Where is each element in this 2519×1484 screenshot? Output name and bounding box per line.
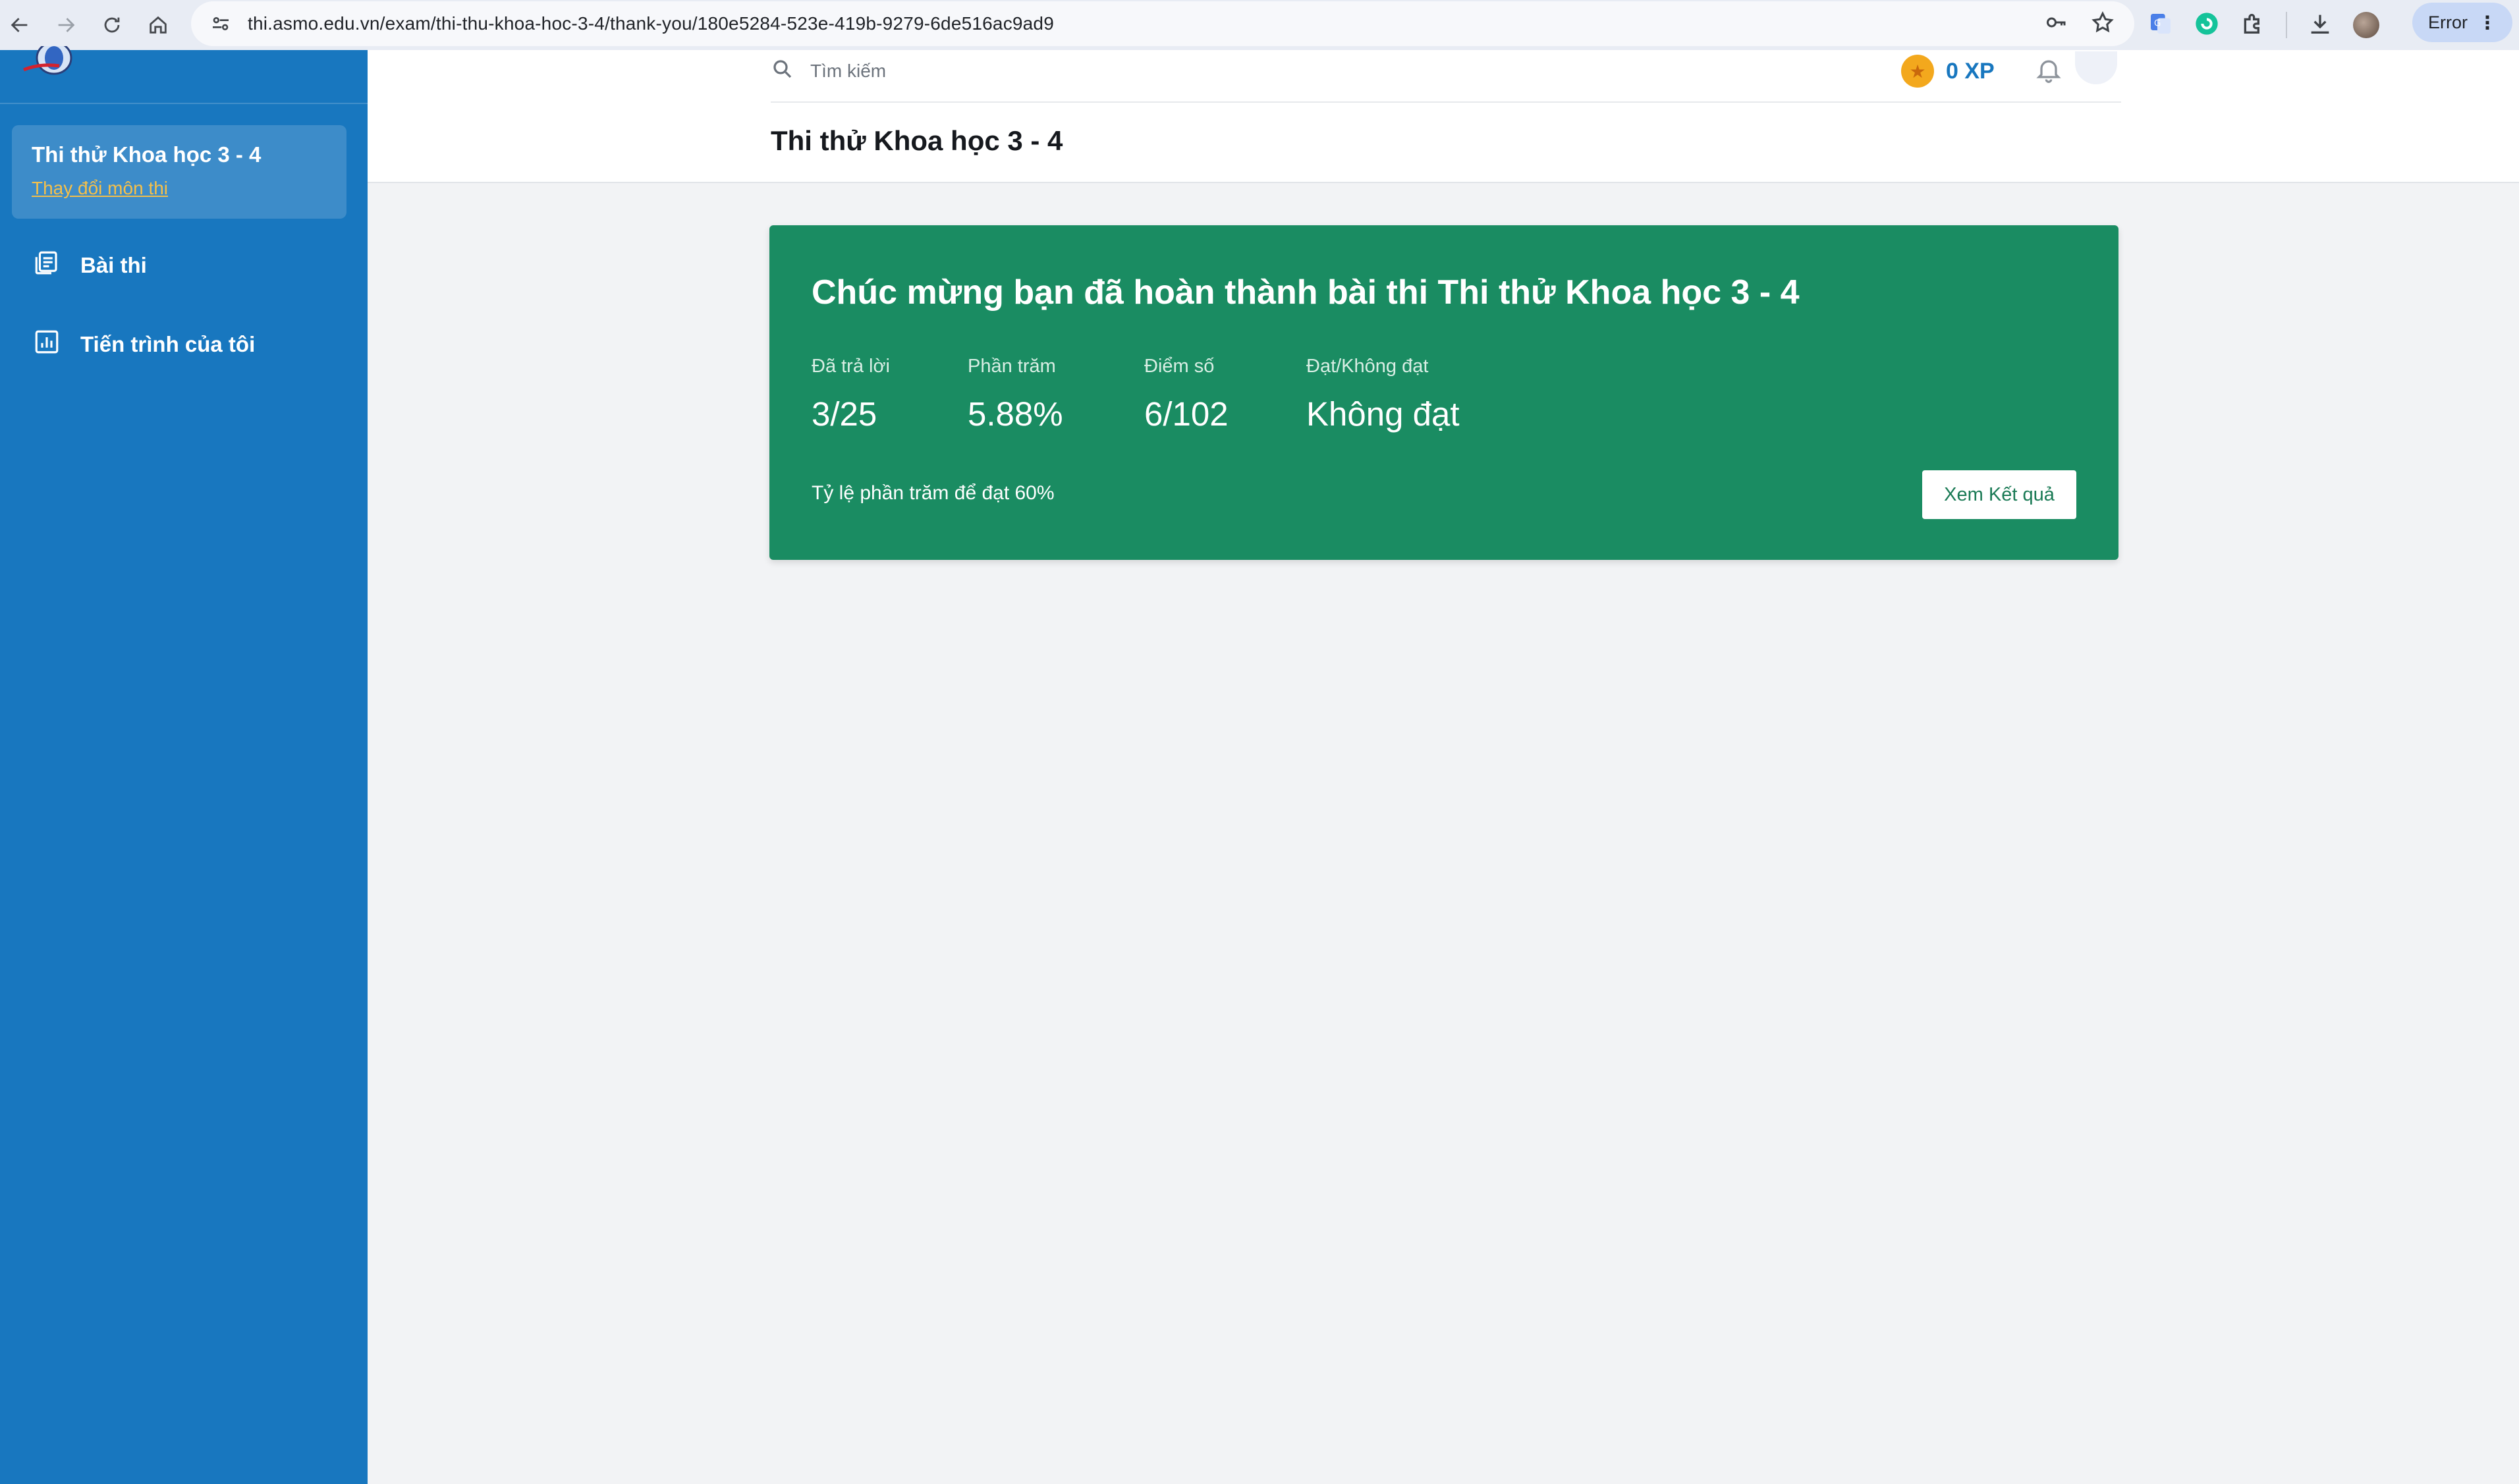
stat-value: 6/102	[1144, 395, 1229, 433]
translate-extension-icon[interactable]: G	[2147, 11, 2174, 40]
bar-chart-icon	[33, 328, 61, 361]
exam-result-card: Chúc mừng bạn đã hoàn thành bài thi Thi …	[769, 225, 2118, 560]
download-icon[interactable]	[2307, 11, 2333, 40]
error-label: Error	[2428, 12, 2468, 32]
stat-label: Đã trả lời	[812, 356, 890, 377]
document-list-icon	[33, 249, 61, 282]
pass-rate-text: Tỷ lệ phần trăm để đạt 60%	[812, 482, 1055, 504]
profile-error-button[interactable]: Error ⋮	[2412, 3, 2512, 42]
xp-value: 0 XP	[1946, 58, 1995, 84]
toolbar-separator	[2286, 12, 2287, 38]
extensions-puzzle-icon[interactable]	[2240, 11, 2266, 40]
xp-coin-icon: ★	[1901, 55, 1934, 88]
stat-value: Không đạt	[1306, 395, 1460, 433]
reload-icon[interactable]	[92, 5, 132, 45]
sidebar-item-label: Bài thi	[80, 253, 147, 277]
stat-percentage: Phần trăm 5.88%	[968, 356, 1063, 433]
sidebar-item-label: Tiến trình của tôi	[80, 332, 256, 356]
header-divider	[771, 101, 2121, 103]
notification-bell-icon[interactable]	[2034, 55, 2063, 84]
sidebar-item-exams[interactable]: Bài thi	[33, 249, 147, 282]
password-key-icon[interactable]	[2045, 11, 2068, 38]
sidebar: Thi thử Khoa học 3 - 4 Thay đổi môn thi …	[0, 46, 368, 1484]
browser-toolbar: thi.asmo.edu.vn/exam/thi-thu-khoa-hoc-3-…	[0, 0, 2519, 50]
stat-label: Điểm số	[1144, 356, 1215, 377]
user-avatar[interactable]	[2075, 51, 2117, 84]
stat-score: Điểm số 6/102	[1144, 356, 1229, 433]
bookmark-star-icon[interactable]	[2091, 11, 2115, 38]
more-vert-icon: ⋮	[2478, 12, 2497, 33]
page-title: Thi thử Khoa học 3 - 4	[771, 125, 1063, 156]
current-exam-card: Thi thử Khoa học 3 - 4 Thay đổi môn thi	[12, 125, 346, 219]
search-input[interactable]: Tìm kiếm	[810, 61, 886, 82]
stat-pass-fail: Đạt/Không đạt Không đạt	[1306, 356, 1460, 433]
current-exam-title: Thi thử Khoa học 3 - 4	[32, 142, 262, 167]
forward-icon[interactable]	[46, 5, 86, 45]
stat-answered: Đã trả lời 3/25	[812, 356, 890, 433]
sidebar-logo-row	[0, 46, 368, 104]
search-icon	[771, 57, 794, 86]
home-icon[interactable]	[138, 5, 178, 45]
stat-value: 3/25	[812, 395, 877, 433]
asmo-logo[interactable]	[20, 46, 79, 76]
congratulations-heading: Chúc mừng bạn đã hoàn thành bài thi Thi …	[812, 273, 1800, 312]
address-bar[interactable]: thi.asmo.edu.vn/exam/thi-thu-khoa-hoc-3-…	[191, 1, 2134, 46]
site-info-icon[interactable]	[206, 9, 236, 39]
back-icon[interactable]	[0, 5, 40, 45]
change-exam-link[interactable]: Thay đổi môn thi	[32, 178, 168, 199]
stat-value: 5.88%	[968, 395, 1063, 433]
page-header: Tìm kiếm ★ 0 XP Thi thử Khoa học 3 - 4	[368, 50, 2519, 183]
sidebar-item-progress[interactable]: Tiến trình của tôi	[33, 328, 255, 361]
search-bar[interactable]: Tìm kiếm	[771, 50, 886, 92]
stat-label: Phần trăm	[968, 356, 1056, 377]
svg-text:G: G	[2154, 18, 2161, 28]
profile-avatar-icon[interactable]	[2353, 12, 2379, 38]
grammarly-extension-icon[interactable]	[2194, 11, 2220, 40]
xp-indicator: ★ 0 XP	[1901, 50, 1995, 92]
stat-label: Đạt/Không đạt	[1306, 356, 1429, 377]
view-results-button[interactable]: Xem Kết quả	[1922, 470, 2076, 519]
url-text[interactable]: thi.asmo.edu.vn/exam/thi-thu-khoa-hoc-3-…	[248, 13, 1054, 34]
